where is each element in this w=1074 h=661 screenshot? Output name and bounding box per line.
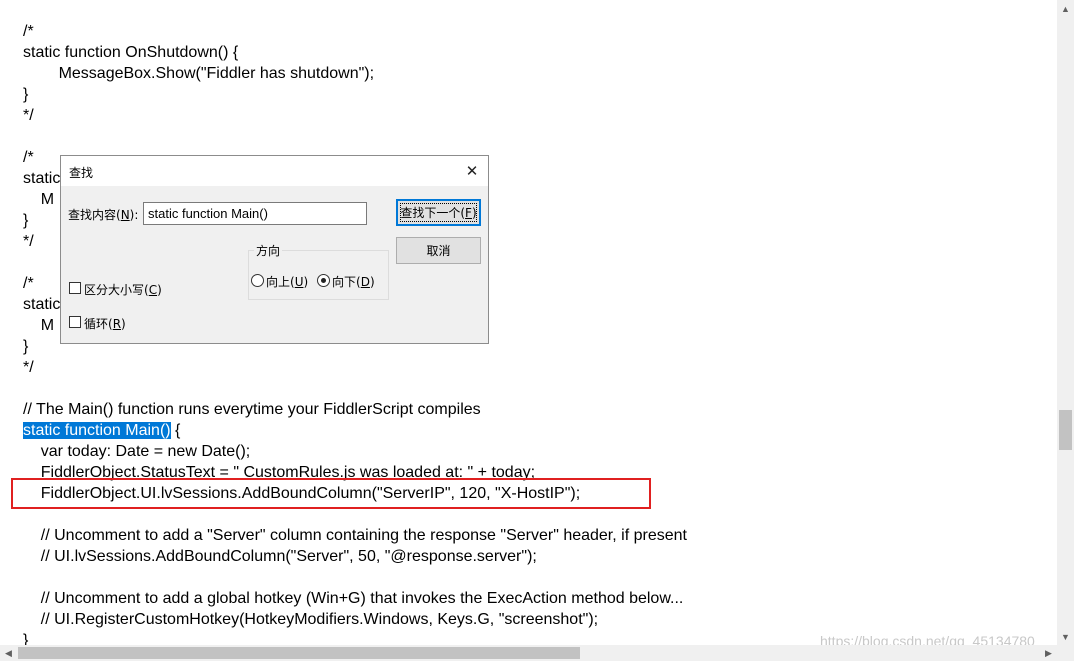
code-line: // UI.lvSessions.AddBoundColumn("Server"… [23,548,537,565]
code-line: /* [23,149,34,166]
code-line: /* [23,23,34,40]
horizontal-scrollbar[interactable]: ◀ ▶ [0,645,1057,661]
code-line: // Uncomment to add a "Server" column co… [23,527,687,544]
direction-down-radio[interactable] [317,274,330,287]
find-what-input[interactable]: static function Main() [143,202,367,225]
close-icon[interactable]: ✕ [458,156,486,186]
direction-down-label: 向下(D) [332,275,375,289]
wrap-label: 循环(R) [84,317,126,331]
find-what-label: 查找内容(N): [68,208,139,222]
selected-text: static function Main() [23,422,171,439]
vertical-scrollbar[interactable]: ▲ ▼ [1057,0,1074,645]
scroll-down-icon[interactable]: ▼ [1057,628,1074,645]
wrap-checkbox[interactable] [69,316,81,328]
code-line: */ [23,107,34,124]
code-line: */ [23,233,34,250]
match-case-checkbox[interactable] [69,282,81,294]
code-line: static function OnShutdown() { [23,44,239,61]
code-line: M [23,317,55,334]
code-line: // UI.RegisterCustomHotkey(HotkeyModifie… [23,611,599,628]
code-line: } [23,86,29,103]
code-line: } [23,212,29,229]
vertical-scroll-thumb[interactable] [1059,410,1072,450]
scroll-left-icon[interactable]: ◀ [0,645,17,661]
scrollbar-corner [1057,645,1074,661]
code-line: // Uncomment to add a global hotkey (Win… [23,590,684,607]
code-line: */ [23,359,34,376]
code-line: var today: Date = new Date(); [23,443,251,460]
direction-up-radio[interactable] [251,274,264,287]
code-line: static [23,296,61,313]
dialog-titlebar[interactable]: 查找 ✕ [61,156,488,186]
code-line: /* [23,275,34,292]
scroll-up-icon[interactable]: ▲ [1057,0,1074,17]
code-line: } [23,632,29,645]
direction-label: 方向 [254,242,283,259]
code-line: M [23,191,55,208]
dialog-title: 查找 [69,166,94,180]
match-case-label: 区分大小写(C) [84,283,162,297]
code-line: } [23,338,29,355]
highlight-box [11,478,651,509]
find-next-button[interactable]: 查找下一个(F) [396,199,481,226]
code-text: { [170,422,181,439]
code-line: MessageBox.Show("Fiddler has shutdown"); [23,65,375,82]
code-line: // The Main() function runs everytime yo… [23,401,481,418]
code-line-selected: static function Main() { [23,420,180,441]
direction-up-label: 向上(U) [266,275,309,289]
cancel-button[interactable]: 取消 [396,237,481,264]
scroll-right-icon[interactable]: ▶ [1040,645,1057,661]
find-dialog: 查找 ✕ 查找内容(N): static function Main() 查找下… [60,155,489,344]
code-line: static [23,170,61,187]
horizontal-scroll-thumb[interactable] [18,647,580,659]
